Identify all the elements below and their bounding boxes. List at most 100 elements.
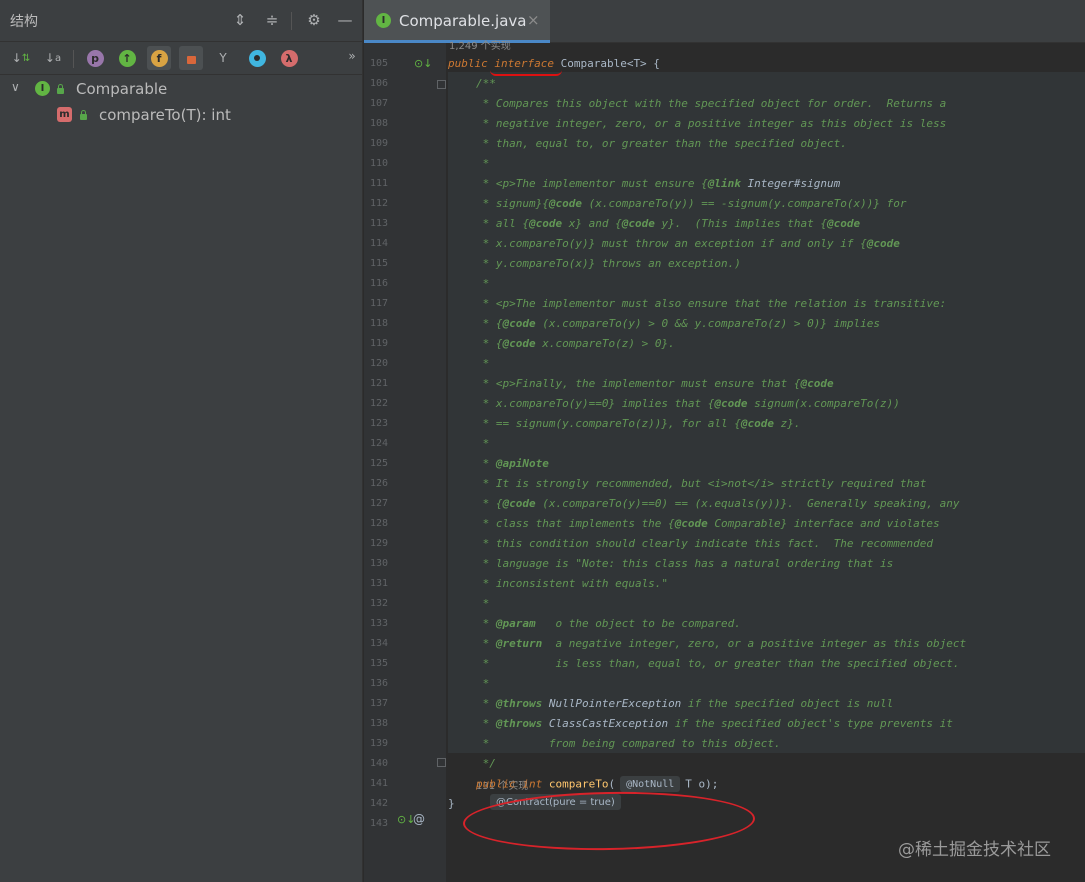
tree-root-label: Comparable bbox=[76, 80, 168, 98]
show-anonymous-icon[interactable]: Y bbox=[211, 46, 235, 70]
code-line[interactable]: * negative integer, zero, or a positive … bbox=[476, 117, 947, 130]
show-lambdas-icon[interactable]: λ bbox=[277, 46, 301, 70]
code-line[interactable]: * {@code (x.compareTo(y)==0) == (x.equal… bbox=[476, 497, 960, 510]
code-line[interactable]: * @throws NullPointerException if the sp… bbox=[476, 697, 894, 710]
tree-item-comparable[interactable]: ∨ I Comparable bbox=[0, 78, 362, 100]
code-line[interactable]: * <p>The implementor must also ensure th… bbox=[476, 297, 947, 310]
code-line[interactable]: * Compares this object with the specifie… bbox=[476, 97, 947, 110]
code-line[interactable]: * y.compareTo(x)} throws an exception.) bbox=[476, 257, 741, 270]
code-line[interactable]: * than, equal to, or greater than the sp… bbox=[476, 137, 847, 150]
code-line[interactable]: * all {@code x} and {@code y}. (This imp… bbox=[476, 217, 861, 230]
code-line[interactable]: * x.compareTo(y)==0} implies that {@code… bbox=[476, 397, 900, 410]
code-token: y}. (This implies that { bbox=[654, 217, 828, 230]
tree-item-compareto[interactable]: m compareTo(T): int bbox=[0, 104, 362, 126]
sort-alpha-icon[interactable]: ↓ a bbox=[41, 46, 65, 70]
code-line[interactable]: * bbox=[476, 437, 490, 450]
interface-icon: I bbox=[376, 13, 391, 28]
annotation-gutter-icon[interactable]: @ bbox=[413, 812, 425, 826]
code-token: @code bbox=[800, 377, 834, 390]
code-token: @apiNote bbox=[495, 457, 549, 470]
code-token: signum(x.compareTo(z)) bbox=[747, 397, 900, 410]
code-line[interactable]: * inconsistent with equals." bbox=[476, 577, 668, 590]
overflow-icon[interactable]: » bbox=[340, 44, 364, 68]
code-token: public bbox=[448, 57, 495, 70]
code-token: * y.compareTo(x)} throws an exception.) bbox=[476, 257, 741, 270]
show-fields-icon[interactable]: f bbox=[147, 46, 171, 70]
code-line[interactable]: * class that implements the {@code Compa… bbox=[476, 517, 940, 530]
code-line[interactable]: * @param o the object to be compared. bbox=[476, 617, 741, 630]
show-tests-icon[interactable] bbox=[245, 46, 269, 70]
code-line[interactable]: * @throws ClassCastException if the spec… bbox=[476, 717, 953, 730]
public-lock-icon bbox=[80, 110, 87, 120]
code-line[interactable]: */ bbox=[476, 757, 496, 770]
code-token: if the specified object is null bbox=[681, 697, 894, 710]
code-line[interactable]: public int compareTo(@NotNull T o); bbox=[476, 776, 719, 793]
line-number: 120 bbox=[370, 358, 389, 369]
code-line[interactable]: * It is strongly recommended, but <i>not… bbox=[476, 477, 927, 490]
header-divider bbox=[291, 12, 292, 30]
code-token: * x.compareTo(y)==0} implies that { bbox=[476, 397, 715, 410]
code-token: @code bbox=[548, 197, 582, 210]
implemented-gutter-icon[interactable]: ⊙↓ bbox=[414, 57, 432, 70]
code-line[interactable]: } bbox=[448, 797, 455, 810]
code-line[interactable]: * from being compared to this object. bbox=[476, 737, 781, 750]
close-icon[interactable]: × bbox=[527, 11, 540, 29]
code-line[interactable]: * @return a negative integer, zero, or a… bbox=[476, 637, 966, 650]
notnull-annotation-hint[interactable]: @NotNull bbox=[620, 776, 681, 792]
code-token: @code bbox=[740, 417, 775, 430]
fold-marker-icon[interactable] bbox=[437, 758, 446, 767]
gear-icon[interactable]: ⚙ bbox=[303, 9, 325, 31]
line-number: 113 bbox=[370, 218, 389, 229]
line-number: 142 bbox=[370, 798, 389, 809]
code-line[interactable]: * signum}{@code (x.compareTo(y)) == -sig… bbox=[476, 197, 907, 210]
code-line[interactable]: * is less than, equal to, or greater tha… bbox=[476, 657, 960, 670]
code-line[interactable]: * bbox=[476, 157, 490, 170]
collapse-all-icon[interactable]: ≑ bbox=[261, 9, 283, 31]
code-token: * bbox=[476, 277, 490, 290]
sort-by-visibility-icon[interactable]: ↓ ⇅ bbox=[9, 46, 33, 70]
code-line[interactable]: * language is "Note: this class has a na… bbox=[476, 557, 894, 570]
code-line[interactable]: * <p>The implementor must ensure {@link … bbox=[476, 177, 841, 190]
show-properties-icon[interactable]: p bbox=[83, 46, 107, 70]
panel-title: 结构 bbox=[10, 14, 38, 30]
code-token: @code bbox=[827, 217, 861, 230]
code-line[interactable]: * x.compareTo(y)} must throw an exceptio… bbox=[476, 237, 900, 250]
implementations-hint[interactable]: 1,249 个实现 bbox=[449, 37, 511, 52]
code-line[interactable]: * bbox=[476, 277, 490, 290]
chevron-down-icon[interactable]: ∨ bbox=[11, 80, 20, 94]
code-token: @code bbox=[502, 337, 536, 350]
expand-all-icon[interactable]: ⇕ bbox=[229, 9, 251, 31]
line-number: 143 bbox=[370, 818, 389, 829]
line-number: 111 bbox=[370, 178, 389, 189]
code-token: Integer#signum bbox=[740, 177, 841, 190]
line-number: 114 bbox=[370, 238, 389, 249]
code-line[interactable]: * this condition should clearly indicate… bbox=[476, 537, 933, 550]
code-token: @param bbox=[495, 617, 536, 630]
fold-marker-icon[interactable] bbox=[437, 80, 446, 89]
tree-child-label: compareTo(T): int bbox=[99, 106, 231, 124]
code-line[interactable]: * <p>Finally, the implementor must ensur… bbox=[476, 377, 834, 390]
code-line[interactable]: * bbox=[476, 597, 490, 610]
code-line[interactable]: * bbox=[476, 677, 490, 690]
code-token: (x.compareTo(y)) == -signum(y.compareTo(… bbox=[581, 197, 907, 210]
code-token: compareTo bbox=[548, 777, 609, 791]
code-token: NullPointerException bbox=[542, 697, 682, 710]
code-token: interface bbox=[494, 57, 554, 70]
line-number: 110 bbox=[370, 158, 389, 169]
line-number: 138 bbox=[370, 718, 389, 729]
show-inherited-icon[interactable]: ↑ bbox=[115, 46, 139, 70]
show-non-public-icon[interactable] bbox=[179, 46, 203, 70]
code-token: * == signum(y.compareTo(z))}, for all { bbox=[476, 417, 741, 430]
code-line[interactable]: * {@code x.compareTo(z) > 0}. bbox=[476, 337, 675, 350]
code-line[interactable]: * bbox=[476, 357, 490, 370]
code-token: * bbox=[476, 597, 490, 610]
code-line[interactable]: * @apiNote bbox=[476, 457, 549, 470]
minimize-icon[interactable]: — bbox=[334, 9, 356, 31]
code-token: * negative integer, zero, or a positive … bbox=[476, 117, 947, 130]
code-token: T o); bbox=[685, 777, 719, 791]
code-line[interactable]: public interface Comparable<T> { bbox=[448, 57, 660, 70]
code-line[interactable]: /** bbox=[476, 77, 496, 90]
code-line[interactable]: * == signum(y.compareTo(z))}, for all {@… bbox=[476, 417, 801, 430]
code-token: * bbox=[476, 697, 496, 710]
code-line[interactable]: * {@code (x.compareTo(y) > 0 && y.compar… bbox=[476, 317, 880, 330]
